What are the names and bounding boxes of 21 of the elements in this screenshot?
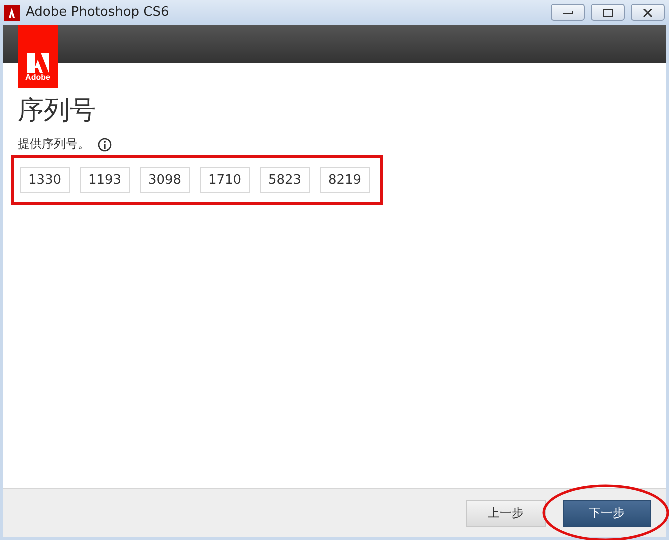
serial-field[interactable]: 3098 — [140, 167, 190, 193]
back-button[interactable]: 上一步 — [466, 500, 546, 526]
serial-field[interactable]: 1330 — [20, 167, 70, 193]
next-button[interactable]: 下一步 — [563, 500, 651, 526]
serial-field[interactable]: 8219 — [320, 167, 370, 193]
serial-field[interactable]: 1193 — [80, 167, 130, 193]
minimize-button[interactable] — [551, 4, 585, 21]
logo-text: Adobe — [26, 73, 50, 82]
info-icon[interactable] — [98, 138, 112, 152]
app-icon — [4, 4, 20, 20]
prompt-text: 提供序列号。 — [18, 136, 90, 153]
minimize-icon — [563, 10, 573, 14]
maximize-icon — [603, 8, 613, 16]
close-button[interactable] — [631, 4, 665, 21]
window-title: Adobe Photoshop CS6 — [26, 5, 170, 20]
logo-icon — [27, 53, 49, 73]
page-heading: 序列号 — [18, 95, 97, 128]
serial-field[interactable]: 1710 — [200, 167, 250, 193]
serial-field[interactable]: 5823 — [260, 167, 310, 193]
close-icon — [643, 8, 653, 16]
maximize-button[interactable] — [591, 4, 625, 21]
